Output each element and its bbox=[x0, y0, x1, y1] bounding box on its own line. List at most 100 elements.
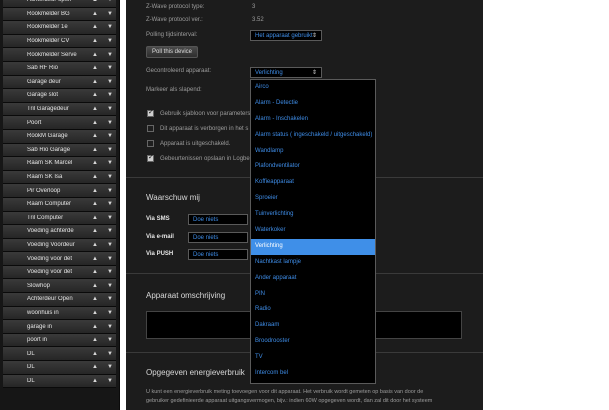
dropdown-option[interactable]: Intercom open bbox=[251, 382, 375, 383]
move-up-icon[interactable]: ▲ bbox=[91, 188, 99, 194]
sidebar-device-item[interactable]: Achterdeur Open ▲ ▼ bbox=[3, 293, 116, 307]
move-down-icon[interactable]: ▼ bbox=[106, 283, 114, 289]
move-up-icon[interactable]: ▲ bbox=[91, 269, 99, 275]
move-up-icon[interactable]: ▲ bbox=[91, 310, 99, 316]
sidebar-device-item[interactable]: Garage slot ▲ ▼ bbox=[3, 89, 116, 103]
move-up-icon[interactable]: ▲ bbox=[91, 378, 99, 384]
sidebar-device-item[interactable]: Tril Garagedeur ▲ ▼ bbox=[3, 102, 116, 117]
sidebar-device-item[interactable]: Raam Computer ▲ ▼ bbox=[3, 197, 116, 212]
move-down-icon[interactable]: ▼ bbox=[106, 256, 114, 262]
move-down-icon[interactable]: ▼ bbox=[106, 378, 114, 384]
move-up-icon[interactable]: ▲ bbox=[91, 228, 99, 234]
move-down-icon[interactable]: ▼ bbox=[106, 106, 114, 112]
device-type-dropdown-list[interactable]: Airco Alarm - Detectie Alarm - Inschakelen… bbox=[250, 79, 376, 384]
dropdown-option[interactable]: Ander apparaat bbox=[251, 271, 375, 287]
move-up-icon[interactable]: ▲ bbox=[91, 120, 99, 126]
sidebar-device-item[interactable]: DL ▲ ▼ bbox=[3, 361, 116, 375]
sidebar-device-item[interactable]: Garage deur ▲ ▼ bbox=[3, 75, 116, 90]
move-down-icon[interactable]: ▼ bbox=[106, 174, 114, 180]
dropdown-option[interactable]: Airco bbox=[251, 80, 375, 96]
move-up-icon[interactable]: ▲ bbox=[91, 65, 99, 71]
sidebar-device-item[interactable]: Rookmelder BG ▲ ▼ bbox=[3, 7, 116, 22]
dropdown-option[interactable]: Sproeier bbox=[251, 191, 375, 207]
move-down-icon[interactable]: ▼ bbox=[106, 324, 114, 330]
move-up-icon[interactable]: ▲ bbox=[91, 133, 99, 139]
sidebar-device-item[interactable]: DL ▲ ▼ bbox=[3, 374, 116, 389]
move-up-icon[interactable]: ▲ bbox=[91, 324, 99, 330]
move-up-icon[interactable]: ▲ bbox=[91, 337, 99, 343]
move-down-icon[interactable]: ▼ bbox=[106, 160, 114, 166]
move-up-icon[interactable]: ▲ bbox=[91, 147, 99, 153]
device-type-select[interactable]: Verlichting ⇕ bbox=[250, 67, 322, 78]
sidebar-device-item[interactable]: Rookmelder Serve ▲ ▼ bbox=[3, 48, 116, 62]
sidebar-device-item[interactable]: Achterdeur open ▲ ▼ bbox=[3, 0, 116, 8]
move-up-icon[interactable]: ▲ bbox=[91, 160, 99, 166]
move-up-icon[interactable]: ▲ bbox=[91, 38, 99, 44]
move-up-icon[interactable]: ▲ bbox=[91, 79, 99, 85]
sidebar-device-item[interactable]: Pir Overloop ▲ ▼ bbox=[3, 184, 116, 198]
dropdown-option[interactable]: Alarm - Inschakelen bbox=[251, 112, 375, 128]
move-down-icon[interactable]: ▼ bbox=[106, 337, 114, 343]
sidebar-device-item[interactable]: Voeding Voordeur ▲ ▼ bbox=[3, 238, 116, 253]
move-up-icon[interactable]: ▲ bbox=[91, 0, 99, 3]
sidebar-device-item[interactable]: garage in ▲ ▼ bbox=[3, 320, 116, 334]
hidden-device-checkbox[interactable] bbox=[147, 125, 154, 132]
dropdown-option[interactable]: Verlichting bbox=[251, 238, 375, 255]
sidebar-device-item[interactable]: Sab RF Rio ▲ ▼ bbox=[3, 61, 116, 76]
sidebar-device-item[interactable]: Raam SK Marcel ▲ ▼ bbox=[3, 157, 116, 171]
dropdown-option[interactable]: Broodrooster bbox=[251, 334, 375, 350]
sidebar-device-item[interactable]: RookM Garage ▲ ▼ bbox=[3, 129, 116, 144]
move-down-icon[interactable]: ▼ bbox=[106, 228, 114, 234]
move-down-icon[interactable]: ▼ bbox=[106, 215, 114, 221]
sidebar-device-item[interactable]: Voeding achterde ▲ ▼ bbox=[3, 225, 116, 239]
move-up-icon[interactable]: ▲ bbox=[91, 106, 99, 112]
dropdown-option[interactable]: Intercom bel bbox=[251, 366, 375, 382]
move-down-icon[interactable]: ▼ bbox=[106, 133, 114, 139]
dropdown-option[interactable]: Radio bbox=[251, 302, 375, 318]
sidebar-device-item[interactable]: Voeding voor det ▲ ▼ bbox=[3, 265, 116, 280]
sidebar-device-item[interactable]: Slowhop ▲ ▼ bbox=[3, 279, 116, 294]
move-up-icon[interactable]: ▲ bbox=[91, 215, 99, 221]
move-up-icon[interactable]: ▲ bbox=[91, 283, 99, 289]
alert-push-select[interactable]: Doe niets bbox=[188, 249, 248, 260]
sidebar-device-item[interactable]: poort in ▲ ▼ bbox=[3, 333, 116, 348]
move-down-icon[interactable]: ▼ bbox=[106, 24, 114, 30]
move-down-icon[interactable]: ▼ bbox=[106, 310, 114, 316]
move-down-icon[interactable]: ▼ bbox=[106, 296, 114, 302]
dropdown-option[interactable]: Waterkoker bbox=[251, 223, 375, 239]
move-up-icon[interactable]: ▲ bbox=[91, 256, 99, 262]
polling-select[interactable]: Het apparaat gebruikt ⇕ bbox=[250, 30, 322, 41]
move-down-icon[interactable]: ▼ bbox=[106, 147, 114, 153]
dropdown-option[interactable]: Nachtkast lampje bbox=[251, 255, 375, 271]
move-up-icon[interactable]: ▲ bbox=[91, 11, 99, 17]
dropdown-option[interactable]: Plafondventilator bbox=[251, 159, 375, 175]
move-up-icon[interactable]: ▲ bbox=[91, 24, 99, 30]
move-down-icon[interactable]: ▼ bbox=[106, 351, 114, 357]
move-down-icon[interactable]: ▼ bbox=[106, 79, 114, 85]
sidebar-device-item[interactable]: Rookmelder CV ▲ ▼ bbox=[3, 34, 116, 49]
log-events-checkbox[interactable] bbox=[147, 153, 154, 162]
sidebar-device-item[interactable]: woonhuis in ▲ ▼ bbox=[3, 306, 116, 321]
use-template-checkbox[interactable] bbox=[147, 108, 154, 117]
move-down-icon[interactable]: ▼ bbox=[106, 65, 114, 71]
move-up-icon[interactable]: ▲ bbox=[91, 52, 99, 58]
move-up-icon[interactable]: ▲ bbox=[91, 242, 99, 248]
dropdown-option[interactable]: Wandlamp bbox=[251, 144, 375, 160]
sidebar-device-item[interactable]: DL ▲ ▼ bbox=[3, 347, 116, 362]
sidebar-device-item[interactable]: Rookmelder 1e ▲ ▼ bbox=[3, 21, 116, 35]
alert-sms-select[interactable]: Doe niets bbox=[188, 214, 248, 225]
dropdown-option[interactable]: Alarm - Detectie bbox=[251, 96, 375, 112]
move-down-icon[interactable]: ▼ bbox=[106, 38, 114, 44]
sidebar-device-item[interactable]: Poort ▲ ▼ bbox=[3, 116, 116, 130]
dropdown-option[interactable]: Koffieapparaat bbox=[251, 175, 375, 191]
move-down-icon[interactable]: ▼ bbox=[106, 364, 114, 370]
dropdown-option[interactable]: TV bbox=[251, 350, 375, 366]
move-up-icon[interactable]: ▲ bbox=[91, 201, 99, 207]
alert-email-select[interactable]: Doe niets bbox=[188, 232, 248, 243]
move-up-icon[interactable]: ▲ bbox=[91, 296, 99, 302]
move-down-icon[interactable]: ▼ bbox=[106, 242, 114, 248]
sidebar-device-item[interactable]: Voeding voor det ▲ ▼ bbox=[3, 252, 116, 266]
move-down-icon[interactable]: ▼ bbox=[106, 188, 114, 194]
sidebar-device-item[interactable]: Sab Rio Garage ▲ ▼ bbox=[3, 143, 116, 158]
move-up-icon[interactable]: ▲ bbox=[91, 351, 99, 357]
